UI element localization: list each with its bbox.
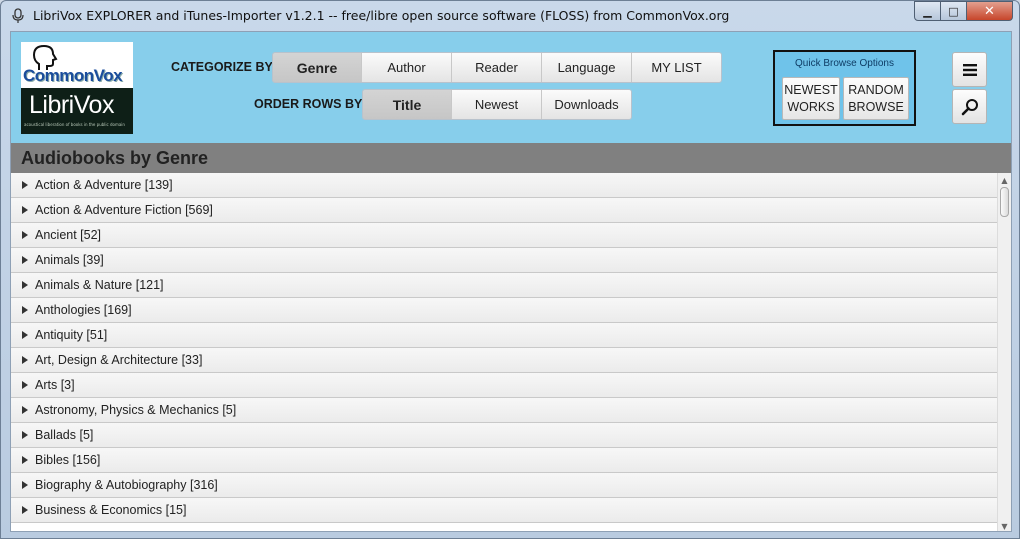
genre-row[interactable]: Business & Economics [15] [11, 498, 997, 523]
genre-row[interactable]: Animals [39] [11, 248, 997, 273]
genre-row[interactable]: Astronomy, Physics & Mechanics [5] [11, 398, 997, 423]
genre-row[interactable]: Bibles [156] [11, 448, 997, 473]
librivox-logo: LibriVox acoustical liberation of books … [21, 88, 133, 134]
order-segmented-control: Title Newest Downloads [362, 89, 632, 120]
genre-row[interactable]: Anthologies [169] [11, 298, 997, 323]
categorize-mylist-button[interactable]: MY LIST [632, 53, 721, 82]
window-title: LibriVox EXPLORER and iTunes-Importer v1… [33, 8, 730, 23]
expand-arrow-icon[interactable] [22, 231, 28, 239]
genre-label: Ancient [52] [35, 228, 102, 242]
genre-row[interactable]: Ballads [5] [11, 423, 997, 448]
categorize-segmented-control: Genre Author Reader Language MY LIST [272, 52, 722, 83]
genre-row[interactable]: Art, Design & Architecture [33] [11, 348, 997, 373]
genre-row[interactable]: Antiquity [51] [11, 323, 997, 348]
newest-works-button[interactable]: NEWEST WORKS [782, 77, 840, 120]
expand-arrow-icon[interactable] [22, 456, 28, 464]
random-browse-line1: RANDOM [848, 83, 904, 97]
expand-arrow-icon[interactable] [22, 431, 28, 439]
newest-works-line1: NEWEST [784, 83, 838, 97]
order-newest-button[interactable]: Newest [452, 90, 542, 119]
expand-arrow-icon[interactable] [22, 381, 28, 389]
categorize-author-button[interactable]: Author [362, 53, 452, 82]
quick-browse-title: Quick Browse Options [795, 58, 894, 69]
expand-arrow-icon[interactable] [22, 181, 28, 189]
genre-label: Business & Economics [15] [35, 503, 187, 517]
genre-label: Arts [3] [35, 378, 75, 392]
categorize-label: CATEGORIZE BY [171, 60, 273, 74]
maximize-button[interactable]: □ [941, 1, 967, 21]
section-title: Audiobooks by Genre [21, 148, 209, 168]
app-client-area: CommonVox LibriVox acoustical liberation… [10, 31, 1012, 532]
categorize-language-button[interactable]: Language [542, 53, 632, 82]
menu-button[interactable] [952, 52, 987, 87]
magnifier-search-icon [961, 98, 978, 115]
genre-label: Anthologies [169] [35, 303, 132, 317]
genre-label: Antiquity [51] [35, 328, 108, 342]
hamburger-menu-icon [962, 63, 977, 76]
order-downloads-button[interactable]: Downloads [542, 90, 631, 119]
genre-label: Action & Adventure Fiction [569] [35, 203, 213, 217]
expand-arrow-icon[interactable] [22, 406, 28, 414]
expand-arrow-icon[interactable] [22, 281, 28, 289]
random-browse-button[interactable]: RANDOM BROWSE [843, 77, 909, 120]
genre-row[interactable]: Action & Adventure Fiction [569] [11, 198, 997, 223]
genre-label: Biography & Autobiography [316] [35, 478, 218, 492]
microphone-icon [12, 8, 24, 23]
random-browse-line2: BROWSE [848, 100, 904, 114]
header-panel: CommonVox LibriVox acoustical liberation… [11, 32, 1011, 143]
expand-arrow-icon[interactable] [22, 256, 28, 264]
genre-row[interactable]: Animals & Nature [121] [11, 273, 997, 298]
order-title-button[interactable]: Title [363, 90, 452, 119]
expand-arrow-icon[interactable] [22, 206, 28, 214]
genre-row[interactable]: Arts [3] [11, 373, 997, 398]
genre-row[interactable]: Biography & Autobiography [316] [11, 473, 997, 498]
order-label: ORDER ROWS BY [254, 97, 363, 111]
expand-arrow-icon[interactable] [22, 331, 28, 339]
quick-browse-panel: Quick Browse Options NEWEST WORKS RANDOM… [773, 50, 916, 126]
commonvox-logo: CommonVox [21, 42, 133, 88]
categorize-reader-button[interactable]: Reader [452, 53, 542, 82]
vertical-scrollbar[interactable]: ▲ ▼ [997, 173, 1011, 531]
expand-arrow-icon[interactable] [22, 356, 28, 364]
genre-label: Bibles [156] [35, 453, 101, 467]
scroll-up-icon[interactable]: ▲ [998, 173, 1011, 187]
genre-label: Ballads [5] [35, 428, 94, 442]
search-button[interactable] [952, 89, 987, 124]
genre-label: Animals & Nature [121] [35, 278, 164, 292]
newest-works-line2: WORKS [787, 100, 835, 114]
scroll-down-icon[interactable]: ▼ [998, 519, 1011, 531]
librivox-wordmark: LibriVox [29, 91, 114, 119]
expand-arrow-icon[interactable] [22, 506, 28, 514]
commonvox-wordmark: CommonVox [23, 66, 123, 85]
expand-arrow-icon[interactable] [22, 481, 28, 489]
categorize-genre-button[interactable]: Genre [273, 53, 362, 82]
app-logo: CommonVox LibriVox acoustical liberation… [21, 42, 133, 134]
close-button[interactable]: ✕ [967, 1, 1013, 21]
minimize-button[interactable]: ▁ [914, 1, 941, 21]
title-bar[interactable]: LibriVox EXPLORER and iTunes-Importer v1… [1, 1, 1019, 31]
librivox-tagline: acoustical liberation of books in the pu… [24, 122, 125, 127]
genre-row[interactable]: Ancient [52] [11, 223, 997, 248]
window-controls: ▁ □ ✕ [914, 1, 1013, 21]
section-header: Audiobooks by Genre [11, 143, 1011, 173]
scroll-thumb[interactable] [1000, 187, 1009, 217]
app-window: LibriVox EXPLORER and iTunes-Importer v1… [0, 0, 1020, 539]
genre-label: Astronomy, Physics & Mechanics [5] [35, 403, 237, 417]
genre-list: Action & Adventure [139] Action & Advent… [11, 173, 997, 531]
genre-label: Action & Adventure [139] [35, 178, 173, 192]
genre-label: Art, Design & Architecture [33] [35, 353, 203, 367]
genre-label: Animals [39] [35, 253, 104, 267]
expand-arrow-icon[interactable] [22, 306, 28, 314]
genre-row[interactable]: Action & Adventure [139] [11, 173, 997, 198]
